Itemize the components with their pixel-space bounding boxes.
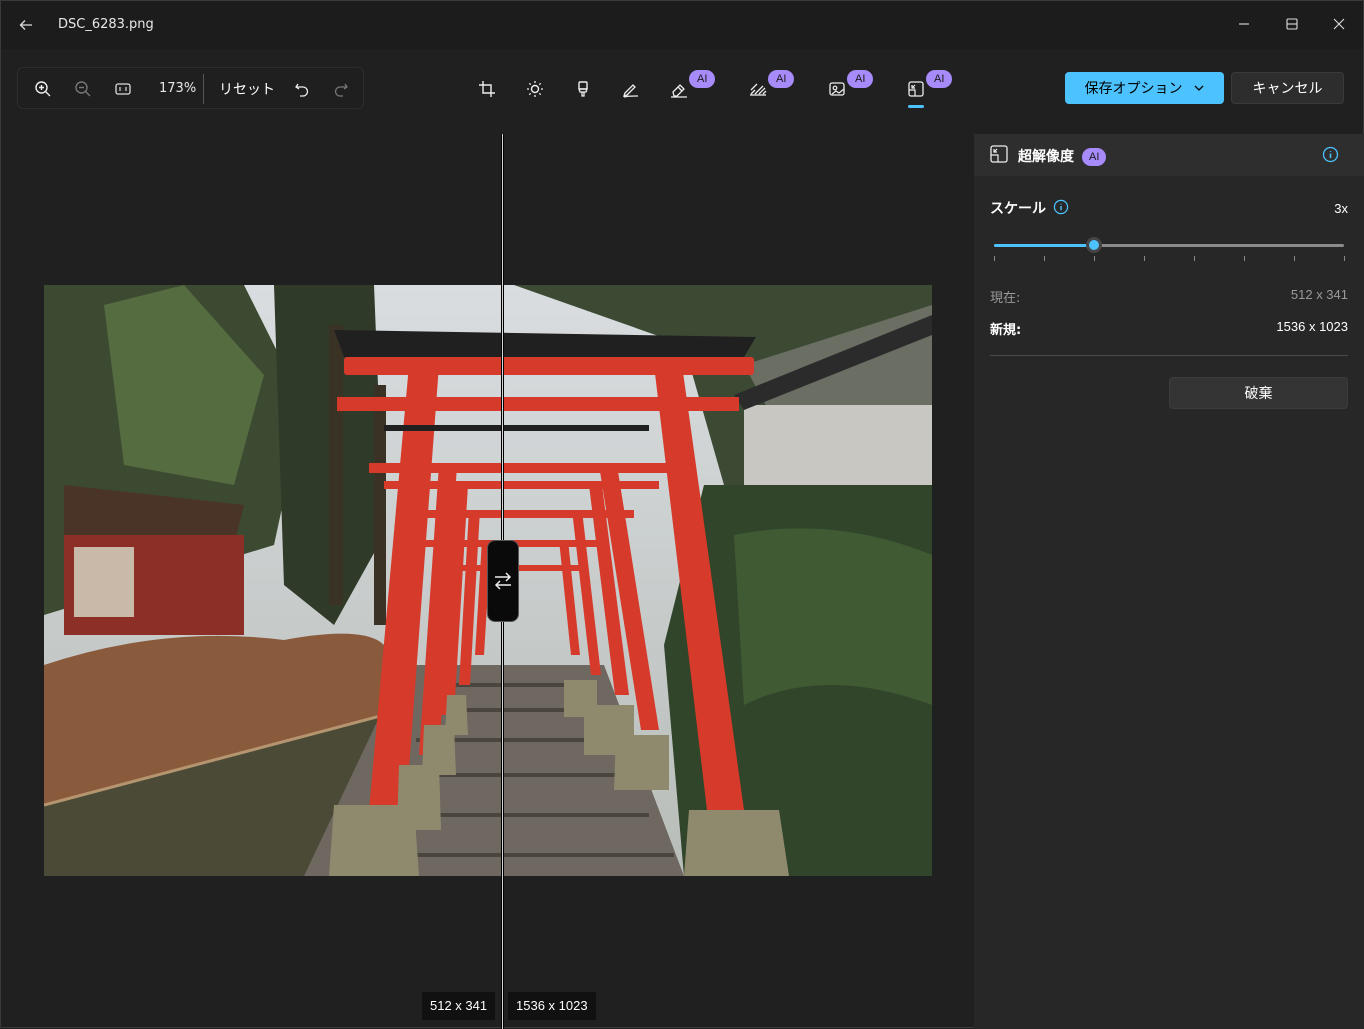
- redo-button[interactable]: [327, 76, 355, 102]
- new-size-value: 1536 x 1023: [1276, 319, 1348, 334]
- brightness-icon: [527, 81, 543, 97]
- markup-tool[interactable]: [615, 75, 647, 103]
- slider-tick: [1194, 256, 1195, 261]
- super-resolution-ai-badge: AI: [926, 70, 953, 88]
- swap-arrows-icon: [494, 572, 512, 590]
- window-title: DSC_6283.png: [58, 17, 154, 32]
- save-options-label: 保存オプション: [1084, 81, 1183, 97]
- crop-tool[interactable]: [471, 75, 503, 103]
- zoom-out-button[interactable]: [69, 76, 97, 102]
- close-icon: [1333, 18, 1345, 30]
- scale-info-icon[interactable]: [1053, 199, 1069, 215]
- slider-tick: [994, 256, 995, 261]
- new-size-label: 新規:: [990, 323, 1022, 338]
- restyle-ai-badge: AI: [847, 70, 874, 88]
- super-resolution-panel: 超解像度 AI スケール 3x 現在: 512 x 341 新規: 1536 x…: [974, 134, 1364, 1029]
- undo-button[interactable]: [288, 76, 316, 102]
- panel-ai-badge: AI: [1082, 148, 1107, 166]
- actual-size-button[interactable]: [109, 76, 137, 102]
- panel-title: 超解像度: [1018, 149, 1074, 165]
- panel-divider: [990, 355, 1348, 356]
- background-ai-badge: AI: [768, 70, 795, 88]
- filter-tool[interactable]: [567, 75, 599, 103]
- slider-tick: [1294, 256, 1295, 261]
- minimize-icon: [1239, 23, 1249, 25]
- minimize-button-visible[interactable]: [1220, 1, 1268, 47]
- scale-label: スケール: [990, 201, 1046, 217]
- zoom-in-button[interactable]: [29, 76, 57, 102]
- maximize-button[interactable]: [1268, 1, 1316, 47]
- discard-button[interactable]: 破棄: [1169, 377, 1348, 409]
- save-options-button[interactable]: 保存オプション: [1065, 72, 1224, 104]
- zoom-out-icon: [75, 81, 91, 97]
- original-resolution-label: 512 x 341: [422, 992, 496, 1020]
- slider-tick: [1044, 256, 1045, 261]
- close-button[interactable]: [1315, 1, 1363, 47]
- zoom-in-icon: [35, 81, 51, 97]
- slider-tick: [1344, 256, 1345, 261]
- photos-app-window: DSC_6283.png 173% リセット AI AI AI AI 保存オプシ…: [0, 0, 1364, 1029]
- scale-slider-thumb[interactable]: [1086, 237, 1103, 253]
- compare-handle[interactable]: [487, 540, 519, 622]
- chevron-down-icon: [1194, 85, 1203, 91]
- background-icon: [750, 83, 767, 96]
- super-resolution-icon: [908, 81, 924, 97]
- adjust-tool[interactable]: [519, 75, 551, 103]
- info-icon[interactable]: [1322, 146, 1339, 163]
- scale-slider-track[interactable]: [994, 244, 1344, 247]
- super-resolution-icon: [990, 145, 1008, 163]
- current-size-value: 512 x 341: [1290, 287, 1348, 302]
- active-tool-indicator: [908, 105, 924, 108]
- panel-header: 超解像度 AI: [974, 134, 1364, 176]
- scale-slider-fill: [994, 244, 1095, 247]
- toolbar-divider: [203, 74, 204, 104]
- current-size-label: 現在:: [990, 291, 1021, 306]
- maximize-icon: [1286, 18, 1298, 30]
- cancel-button[interactable]: キャンセル: [1231, 72, 1344, 104]
- markup-icon: [622, 84, 639, 98]
- actual-size-icon: [115, 83, 131, 95]
- crop-icon: [479, 81, 495, 97]
- back-button[interactable]: [11, 11, 41, 39]
- restyle-icon: [829, 82, 845, 96]
- zoom-level[interactable]: 173%: [159, 81, 196, 96]
- upscaled-resolution-label: 1536 x 1023: [508, 992, 596, 1020]
- slider-tick: [1094, 256, 1095, 261]
- filter-icon: [578, 81, 588, 97]
- reset-button[interactable]: リセット: [219, 79, 275, 99]
- redo-icon: [334, 83, 348, 97]
- title-bar: DSC_6283.png: [1, 1, 1363, 49]
- erase-ai-badge: AI: [689, 70, 716, 88]
- back-arrow-icon: [19, 20, 32, 30]
- slider-tick: [1244, 256, 1245, 261]
- undo-icon: [295, 83, 309, 97]
- scale-value: 3x: [1334, 201, 1348, 216]
- zoom-toolbar: 173% リセット: [17, 67, 364, 109]
- slider-tick: [1144, 256, 1145, 261]
- erase-icon: [671, 84, 687, 98]
